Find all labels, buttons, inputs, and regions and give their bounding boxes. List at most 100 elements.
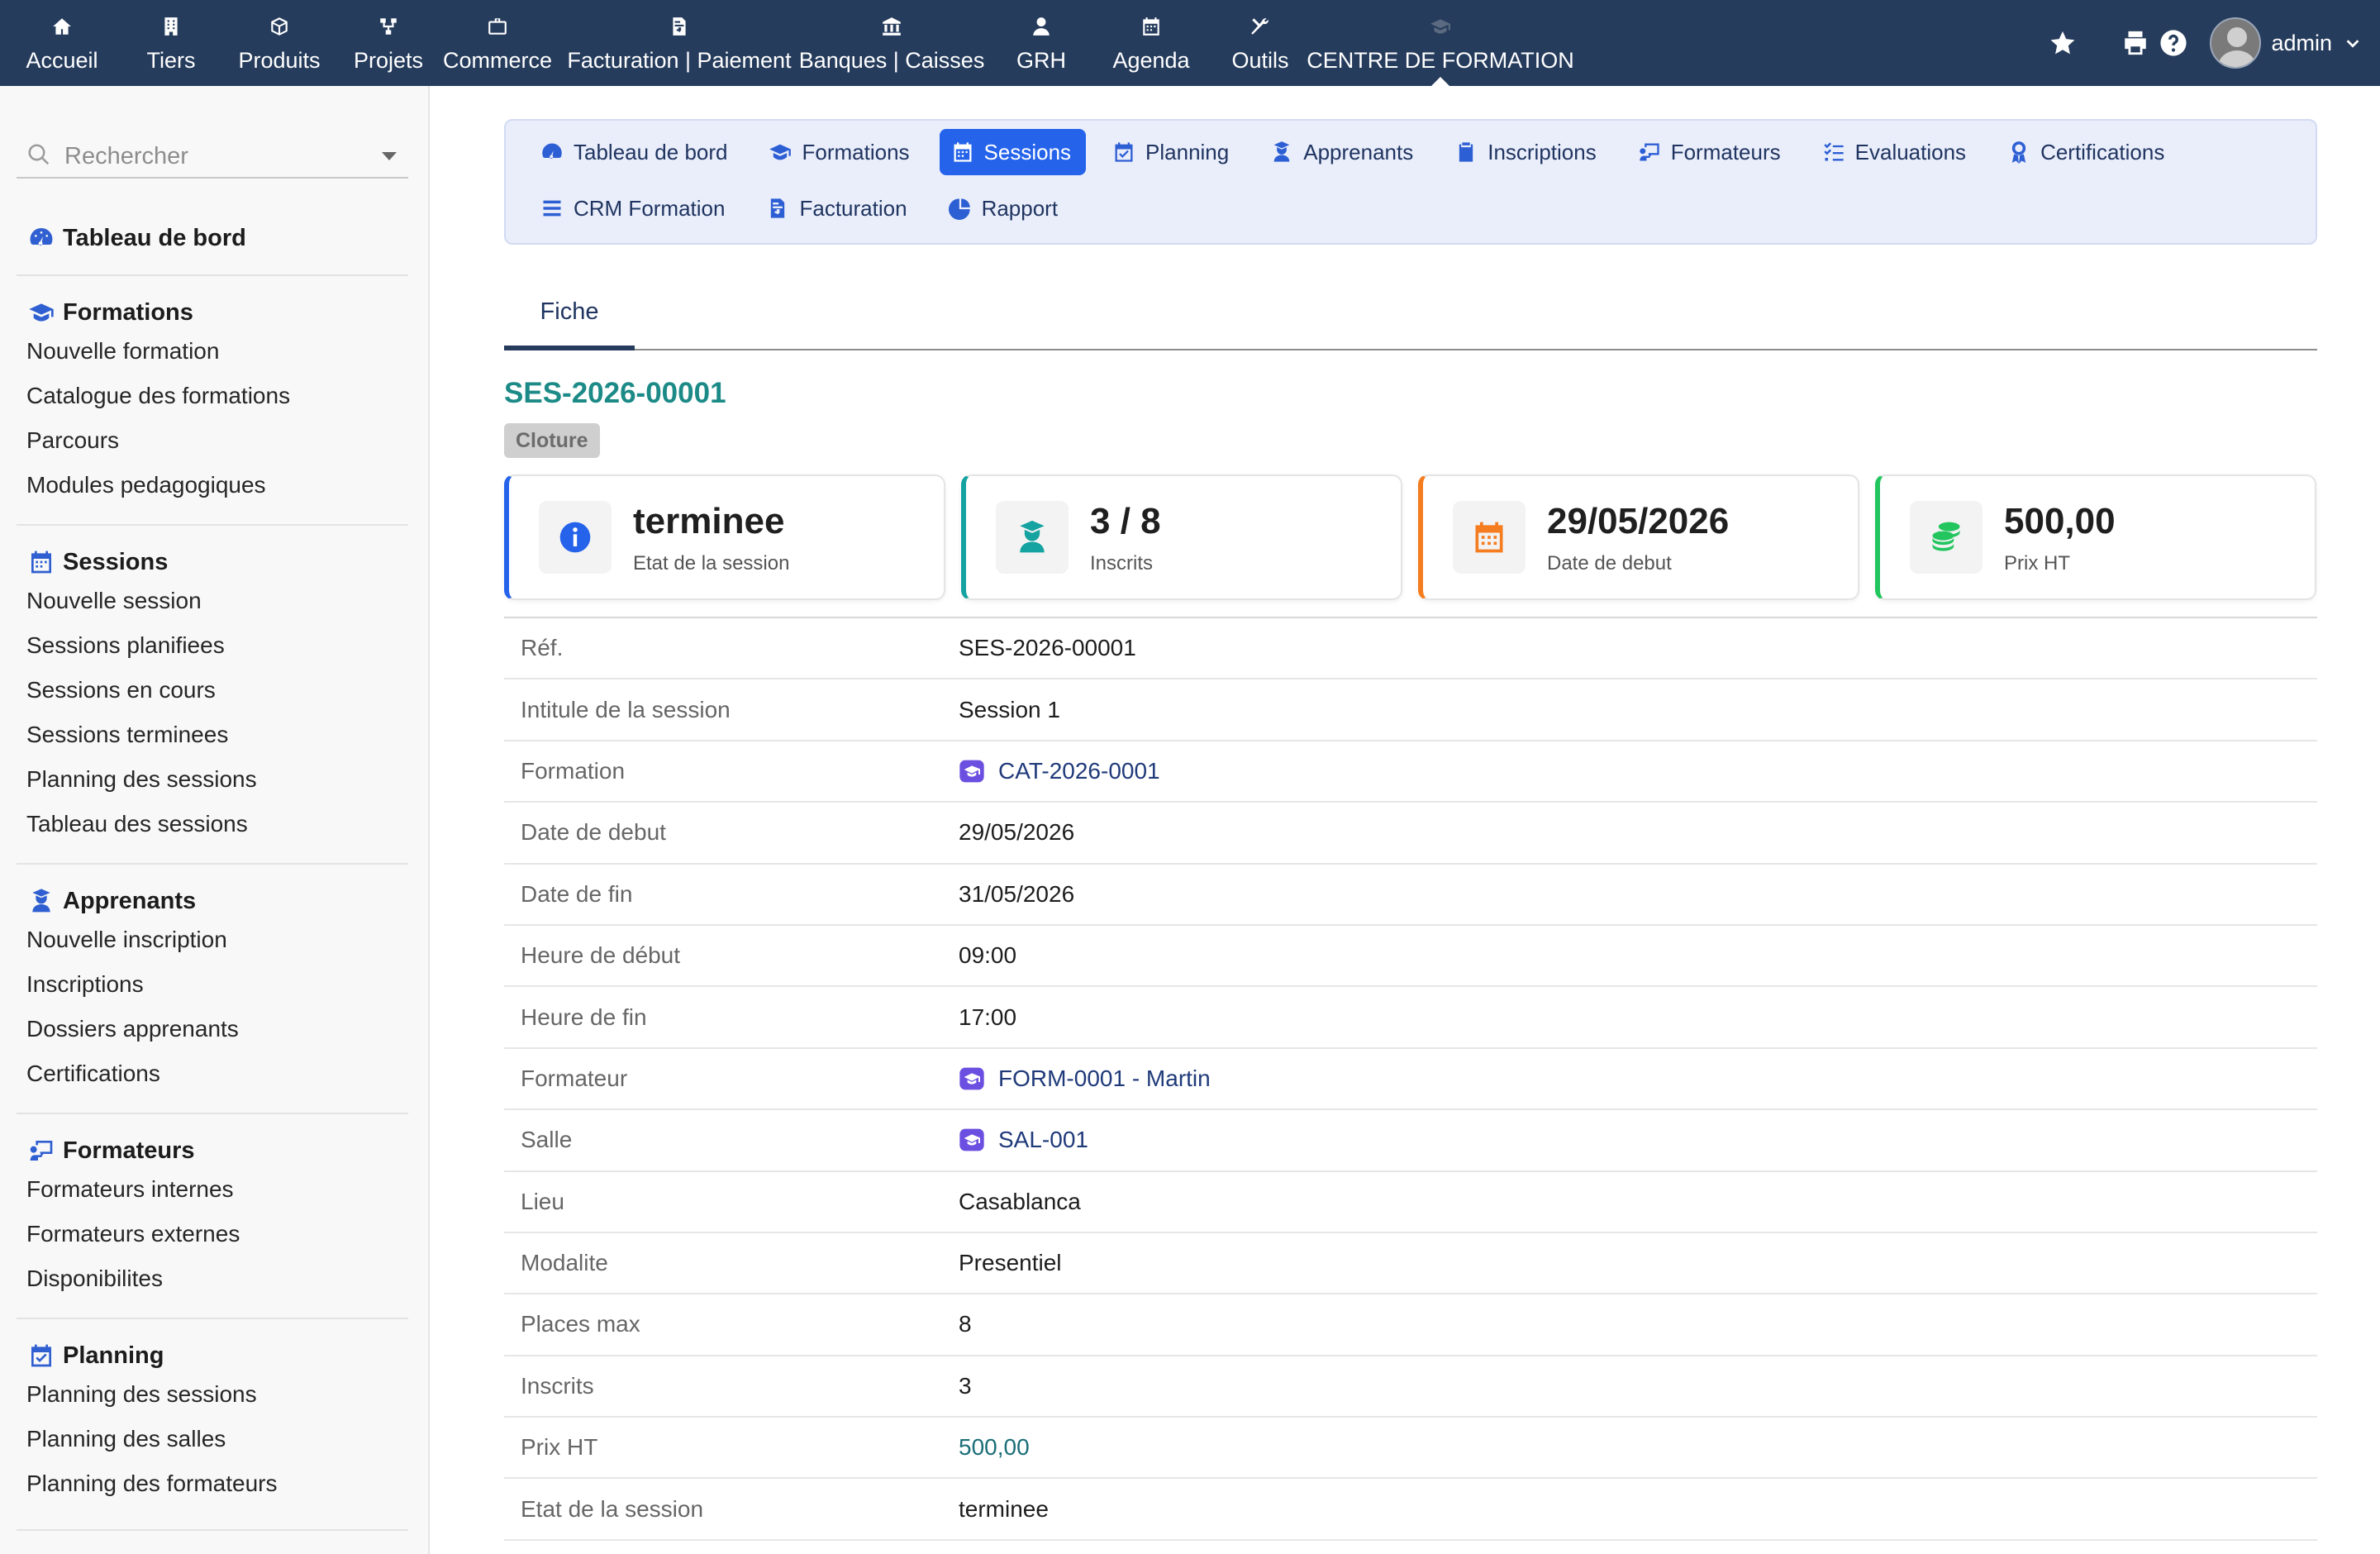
field-value: CAT-2026-0001 [959, 758, 1160, 784]
modnav-inscriptions[interactable]: Inscriptions [1443, 129, 1611, 175]
modnav-tableau-de-bord[interactable]: Tableau de bord [529, 129, 742, 175]
modnav-formations[interactable]: Formations [757, 129, 924, 175]
field-row-places-max: Places max 8 [504, 1294, 2317, 1356]
sidebar-item-sessions-en-cours[interactable]: Sessions en cours [17, 668, 408, 713]
sidebar-search [17, 136, 408, 179]
sidebar-item-formateurs-externes[interactable]: Formateurs externes [17, 1212, 408, 1256]
topnav-commerce[interactable]: Commerce [436, 0, 559, 86]
sidebar-item-parcours[interactable]: Parcours [17, 418, 408, 463]
modnav-facturation[interactable]: Facturation [754, 185, 921, 231]
field-label: Modalite [521, 1250, 608, 1276]
topnav-grh[interactable]: GRH [983, 0, 1099, 86]
topnav-label: Outils [1231, 48, 1289, 73]
field-row-formateur: Formateur FORM-0001 - Martin [504, 1049, 2317, 1111]
sidebar-item-planning-des-formateurs[interactable]: Planning des formateurs [17, 1461, 408, 1506]
sidebar-item-sessions-terminees[interactable]: Sessions terminees [17, 713, 408, 757]
field-row-modalite: Modalite Presentiel [504, 1233, 2317, 1295]
field-label: Heure de fin [521, 1003, 647, 1030]
field-row-ref: Réf. SES-2026-00001 [504, 618, 2317, 680]
field-value: SES-2026-00001 [959, 635, 1136, 661]
sidebar-item-dossiers-apprenants[interactable]: Dossiers apprenants [17, 1007, 408, 1051]
field-row-heure-debut: Heure de début 09:00 [504, 926, 2317, 988]
briefcase-icon [486, 15, 509, 38]
field-row-etat-session: Etat de la session terminee [504, 1479, 2317, 1541]
building-icon [159, 15, 183, 38]
topnav-tiers[interactable]: Tiers [124, 0, 218, 86]
sidebar-item-inscriptions[interactable]: Inscriptions [17, 962, 408, 1007]
sidebar-item-modules-pedagogiques[interactable]: Modules pedagogiques [17, 463, 408, 508]
sidebar-item-planning[interactable]: Planning [17, 1339, 408, 1372]
sidebar-item-tableau-des-sessions[interactable]: Tableau des sessions [17, 802, 408, 846]
sidebar-item-formations[interactable]: Formations [17, 296, 408, 329]
modnav-apprenants[interactable]: Apprenants [1259, 129, 1428, 175]
tab-fiche[interactable]: Fiche [504, 278, 635, 350]
sidebar-item-planning-des-sessions[interactable]: Planning des sessions [17, 757, 408, 802]
summary-cards: terminee Etat de la session 3 / 8 Inscri… [504, 474, 2317, 602]
top-navigation: Accueil Tiers Produits Projets Commerce … [0, 0, 1574, 87]
sidebar-item-planning-des-sessions-2[interactable]: Planning des sessions [17, 1372, 408, 1417]
price-amount: 500,00 [959, 1434, 1030, 1461]
topnav-produits[interactable]: Produits [218, 0, 340, 86]
print-icon[interactable] [2119, 26, 2152, 60]
sidebar-group-sessions: Sessions Nouvelle session Sessions plani… [17, 546, 408, 846]
sidebar-group-title: Tableau de bord [63, 224, 246, 251]
topnav-projets[interactable]: Projets [340, 0, 436, 86]
search-dropdown-caret-icon[interactable] [382, 152, 397, 160]
sidebar-item-nouvelle-formation[interactable]: Nouvelle formation [17, 329, 408, 374]
modnav-label: Rapport [981, 195, 1059, 221]
topnav-facturation-paiement[interactable]: Facturation | Paiement [559, 0, 800, 86]
sidebar-item-planning-des-salles[interactable]: Planning des salles [17, 1417, 408, 1461]
sidebar-item-nouvelle-inscription[interactable]: Nouvelle inscription [17, 918, 408, 962]
modnav-sessions[interactable]: Sessions [939, 129, 1087, 175]
sidebar-item-formateurs[interactable]: Formateurs [17, 1134, 408, 1167]
topnav-banques-caisses[interactable]: Banques | Caisses [799, 0, 984, 86]
card-inscrits: 3 / 8 Inscrits [961, 474, 1402, 600]
modnav-evaluations[interactable]: Evaluations [1811, 129, 1981, 175]
search-icon [17, 142, 51, 171]
field-value: terminee [959, 1495, 1049, 1522]
module-nav-row-1: Tableau de bord Formations Sessions Plan… [529, 129, 2194, 175]
topnav-agenda[interactable]: Agenda [1099, 0, 1203, 86]
avatar[interactable] [2210, 17, 2262, 69]
field-value: 29/05/2026 [959, 819, 1075, 846]
user-graduate-icon [1273, 141, 1290, 162]
salle-object-icon [959, 1128, 984, 1151]
modnav-certifications[interactable]: Certifications [1996, 129, 2179, 175]
cube-icon [268, 15, 291, 38]
sidebar-item-nouvelle-session[interactable]: Nouvelle session [17, 579, 408, 623]
sidebar-item-sessions-planifiees[interactable]: Sessions planifiees [17, 623, 408, 668]
user-name[interactable]: admin [2271, 31, 2332, 56]
sidebar-item-formateurs-internes[interactable]: Formateurs internes [17, 1167, 408, 1212]
topnav-label: Projets [353, 48, 424, 73]
card-label: Etat de la session [633, 552, 790, 574]
sidebar-item-apprenants[interactable]: Apprenants [17, 884, 408, 918]
calendar-check-icon [1115, 142, 1133, 162]
salle-link[interactable]: SAL-001 [998, 1127, 1088, 1153]
modnav-crm-formation[interactable]: CRM Formation [529, 185, 740, 231]
search-input[interactable] [64, 142, 362, 170]
field-row-intitule: Intitule de la session Session 1 [504, 679, 2317, 741]
divider [17, 1529, 408, 1531]
formateur-link[interactable]: FORM-0001 - Martin [998, 1065, 1211, 1092]
formation-link[interactable]: CAT-2026-0001 [998, 758, 1160, 784]
topnav-accueil[interactable]: Accueil [0, 0, 124, 86]
chevron-down-icon[interactable] [2344, 34, 2362, 52]
field-label: Lieu [521, 1188, 564, 1214]
help-icon[interactable] [2157, 26, 2190, 60]
divider [17, 1318, 408, 1319]
topnav-centre-de-formation[interactable]: CENTRE DE FORMATION [1307, 0, 1574, 87]
modnav-planning[interactable]: Planning [1101, 129, 1244, 175]
sidebar-item-catalogue-des-formations[interactable]: Catalogue des formations [17, 374, 408, 418]
modnav-formateurs[interactable]: Formateurs [1626, 129, 1796, 175]
sidebar-item-tableau-de-bord[interactable]: Tableau de bord [17, 222, 408, 255]
chart-pie-icon [948, 198, 970, 220]
sidebar-item-disponibilites[interactable]: Disponibilites [17, 1256, 408, 1301]
topnav-outils[interactable]: Outils [1203, 0, 1317, 86]
modnav-label: Tableau de bord [574, 139, 728, 164]
modnav-rapport[interactable]: Rapport [937, 185, 1073, 231]
sidebar-item-sessions[interactable]: Sessions [17, 546, 408, 579]
field-row-lieu: Lieu Casablanca [504, 1172, 2317, 1233]
sidebar-group-formations: Formations Nouvelle formation Catalogue … [17, 296, 408, 508]
sidebar-item-certifications[interactable]: Certifications [17, 1051, 408, 1096]
bookmark-star-icon[interactable] [2046, 26, 2079, 60]
